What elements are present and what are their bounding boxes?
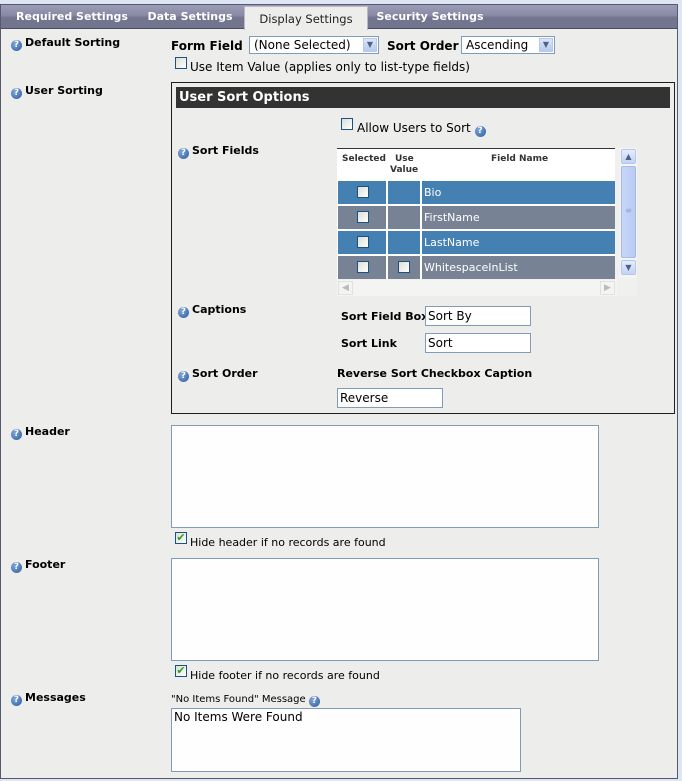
column-header-selected: Selected <box>342 154 386 164</box>
user-sort-options-title: User Sort Options <box>176 87 670 108</box>
help-icon[interactable]: ? <box>11 562 22 573</box>
table-row[interactable]: LastName <box>338 231 615 254</box>
footer-textarea[interactable] <box>171 558 599 661</box>
user-sorting-label: ? User Sorting <box>11 84 103 99</box>
sort-link-label: Sort Link <box>341 337 397 350</box>
header-textarea[interactable] <box>171 425 599 528</box>
footer-text: Footer <box>25 558 66 571</box>
help-icon[interactable]: ? <box>11 88 22 99</box>
table-row[interactable]: Bio <box>338 181 615 204</box>
scroll-down-icon[interactable]: ▼ <box>621 260 636 275</box>
selected-cell <box>338 256 386 279</box>
sort-fields-grid: Selected Use Value Field Name Bio FirstN… <box>337 148 637 296</box>
sort-field-box-input[interactable]: Sort By <box>425 306 531 326</box>
help-icon[interactable]: ? <box>178 307 189 318</box>
column-header-value: Value <box>390 165 419 175</box>
form-field-value: (None Selected) <box>254 38 351 52</box>
captions-label: ? Captions <box>178 303 246 318</box>
no-items-found-textarea[interactable]: No Items Were Found <box>171 708 521 772</box>
sort-link-input[interactable]: Sort <box>425 333 531 353</box>
selected-checkbox[interactable] <box>357 261 369 273</box>
help-icon[interactable]: ? <box>11 695 22 706</box>
help-icon[interactable]: ? <box>11 40 22 51</box>
help-icon[interactable]: ? <box>178 148 189 159</box>
reverse-caption-input[interactable]: Reverse <box>337 388 443 408</box>
no-items-found-text: "No Items Found" Message <box>171 694 306 705</box>
sort-fields-table: Selected Use Value Field Name Bio FirstN… <box>337 148 615 279</box>
help-icon[interactable]: ? <box>178 371 189 382</box>
messages-text: Messages <box>25 691 86 704</box>
sort-order-select[interactable]: Ascending ▼ <box>461 36 555 54</box>
user-sorting-text: User Sorting <box>25 84 103 97</box>
hide-header-label: Hide header if no records are found <box>190 536 386 549</box>
allow-users-text: Allow Users to Sort <box>357 121 471 135</box>
scroll-up-icon[interactable]: ▲ <box>621 149 636 164</box>
field-name-cell: LastName <box>422 231 615 254</box>
field-name-cell: WhitespaceInList <box>422 256 615 279</box>
settings-panel: Required Settings Data Settings Display … <box>0 4 678 779</box>
tab-data-settings[interactable]: Data Settings <box>141 8 239 28</box>
no-items-found-label: "No Items Found" Message ? <box>171 694 323 707</box>
table-row[interactable]: WhitespaceInList <box>338 256 615 279</box>
form-field-label: Form Field <box>171 39 243 53</box>
hide-footer-checkbox[interactable]: ✔ <box>175 665 187 677</box>
table-row[interactable]: FirstName <box>338 206 615 229</box>
sort-order-caption-label: ? Sort Order <box>178 367 258 382</box>
default-sorting-label: ? Default Sorting <box>11 36 120 51</box>
field-name-cell: Bio <box>422 181 615 204</box>
selected-checkbox[interactable] <box>357 211 369 223</box>
allow-users-to-sort-label: Allow Users to Sort ? <box>357 121 489 137</box>
reverse-caption-label: Reverse Sort Checkbox Caption <box>337 367 533 380</box>
help-icon[interactable]: ? <box>308 696 320 707</box>
use-item-value-label: Use Item Value (applies only to list-typ… <box>190 60 470 74</box>
chevron-down-icon[interactable]: ▼ <box>539 38 553 52</box>
scroll-right-icon[interactable]: ▶ <box>600 281 615 295</box>
sort-order-caption-text: Sort Order <box>192 367 258 380</box>
messages-label: ? Messages <box>11 691 86 706</box>
sort-fields-label: ? Sort Fields <box>178 144 259 159</box>
help-icon[interactable]: ? <box>474 126 486 137</box>
selected-cell <box>338 231 386 254</box>
tab-required-settings[interactable]: Required Settings <box>9 8 135 28</box>
selected-checkbox[interactable] <box>357 236 369 248</box>
sort-field-box-label: Sort Field Box <box>341 310 429 323</box>
selected-cell <box>338 206 386 229</box>
scrollbar-thumb[interactable]: ≡ <box>621 166 636 258</box>
captions-text: Captions <box>192 303 247 316</box>
field-name-cell: FirstName <box>422 206 615 229</box>
footer-label: ? Footer <box>11 558 65 573</box>
sort-fields-text: Sort Fields <box>192 144 259 157</box>
allow-users-to-sort-checkbox[interactable] <box>341 118 353 130</box>
use-value-cell <box>388 231 420 254</box>
tab-bar: Required Settings Data Settings Display … <box>1 5 677 30</box>
chevron-down-icon[interactable]: ▼ <box>363 38 377 52</box>
tab-display-settings[interactable]: Display Settings <box>244 6 368 30</box>
default-sorting-text: Default Sorting <box>25 36 121 49</box>
hide-header-checkbox[interactable]: ✔ <box>175 532 187 544</box>
use-value-cell <box>388 206 420 229</box>
selected-cell <box>338 181 386 204</box>
horizontal-scrollbar[interactable]: ◀ ▶ <box>337 280 617 296</box>
form-field-select[interactable]: (None Selected) ▼ <box>249 36 379 54</box>
sort-order-label: Sort Order <box>387 39 459 53</box>
use-item-value-checkbox[interactable] <box>175 57 187 69</box>
sort-order-value: Ascending <box>466 38 529 52</box>
use-value-checkbox[interactable] <box>398 261 410 273</box>
column-header-use: Use <box>395 154 414 164</box>
vertical-scrollbar[interactable]: ▲ ≡ ▼ <box>620 148 637 278</box>
hide-footer-label: Hide footer if no records are found <box>190 669 380 682</box>
selected-checkbox[interactable] <box>357 186 369 198</box>
scroll-left-icon[interactable]: ◀ <box>338 281 353 295</box>
tab-security-settings[interactable]: Security Settings <box>371 8 489 28</box>
header-text: Header <box>25 425 70 438</box>
help-icon[interactable]: ? <box>11 429 22 440</box>
header-label: ? Header <box>11 425 70 440</box>
column-header-field-name: Field Name <box>491 154 549 164</box>
use-value-cell <box>388 181 420 204</box>
use-value-cell <box>388 256 420 279</box>
